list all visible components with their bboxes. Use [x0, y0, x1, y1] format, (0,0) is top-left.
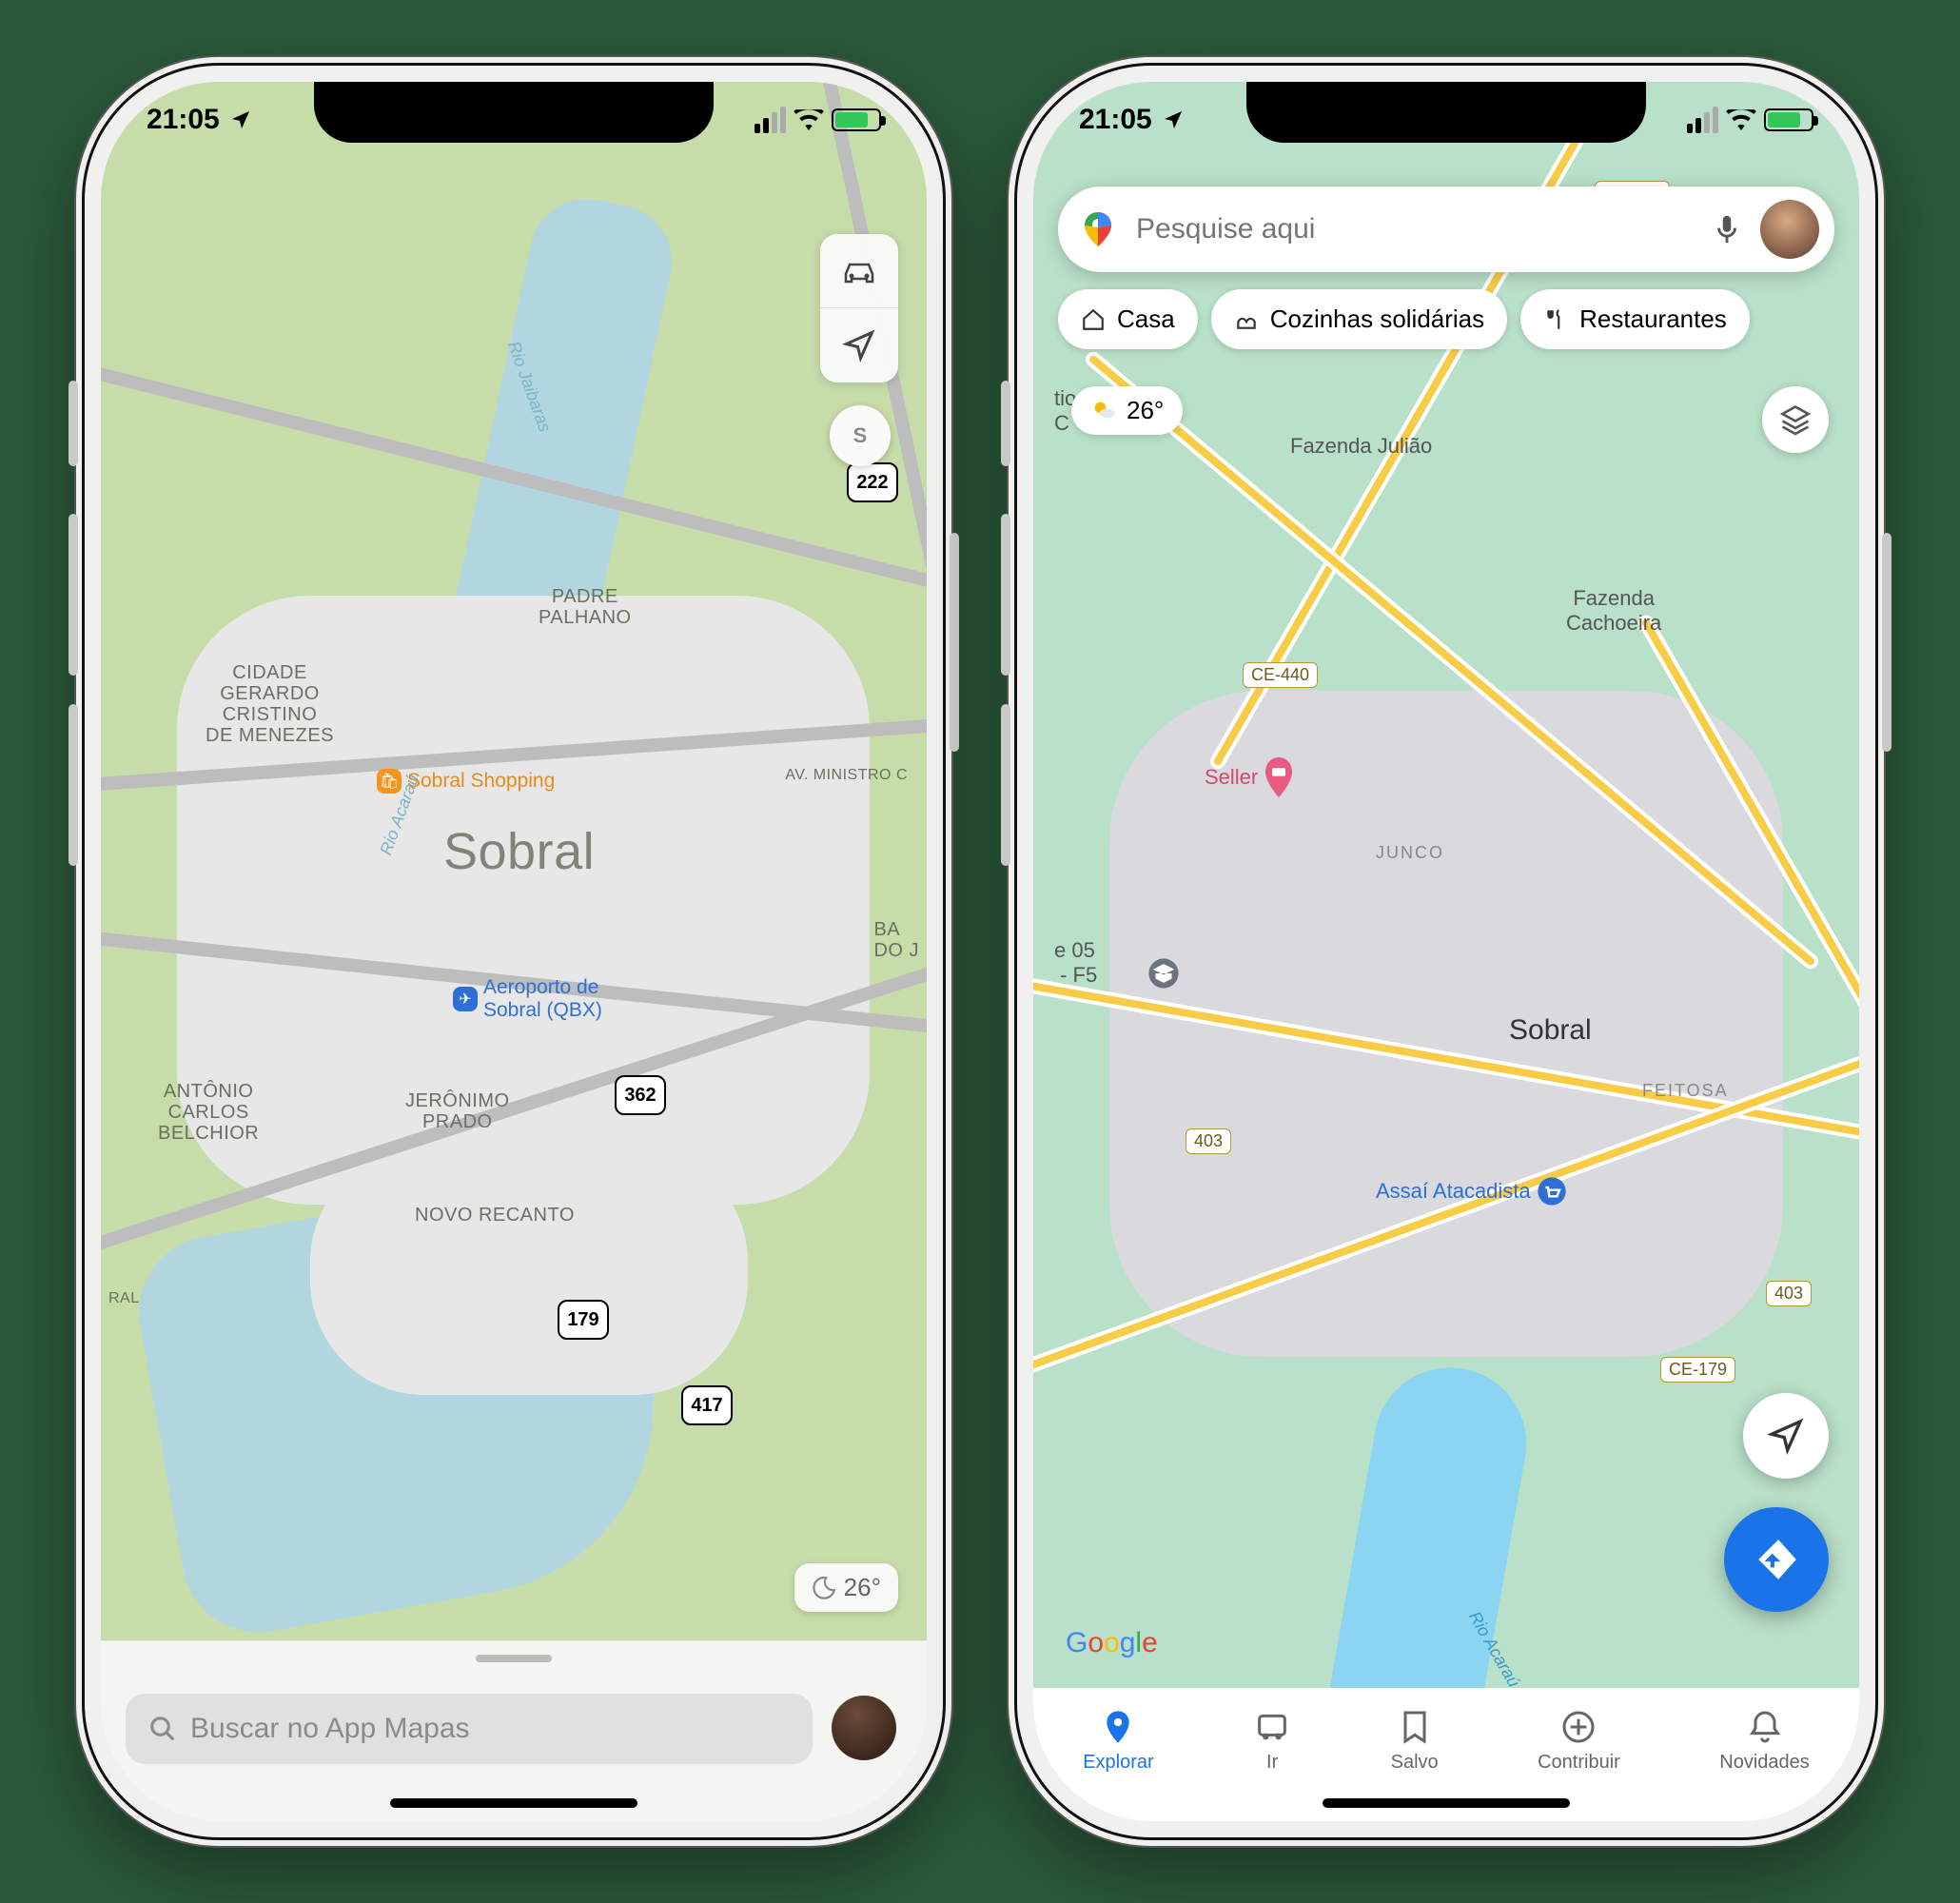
district-jeronimo: JERÔNIMO PRADO: [405, 1090, 510, 1132]
shield-ce179: CE-179: [1660, 1357, 1735, 1383]
cellular-icon: [755, 107, 786, 133]
search-icon: [148, 1715, 177, 1743]
poi-assai[interactable]: Assaí Atacadista: [1376, 1176, 1567, 1207]
battery-icon: [832, 108, 881, 131]
profile-avatar[interactable]: [832, 1696, 896, 1760]
driving-mode-button[interactable]: [820, 234, 898, 308]
profile-avatar[interactable]: [1760, 200, 1819, 259]
search-field[interactable]: Buscar no App Mapas: [126, 1694, 813, 1764]
nav-go[interactable]: Ir: [1253, 1708, 1291, 1774]
restaurant-icon: [1543, 307, 1568, 332]
city-label-sobral: Sobral: [1509, 1014, 1592, 1047]
city-label-sobral: Sobral: [443, 824, 595, 880]
route-shield-222: 222: [847, 462, 898, 502]
home-indicator[interactable]: [390, 1798, 637, 1808]
poi-airport[interactable]: ✈Aeroporto de Sobral (QBX): [453, 976, 602, 1022]
shield-ce440: CE-440: [1243, 662, 1318, 688]
cellular-icon: [1687, 107, 1718, 133]
shield-403b: 403: [1766, 1281, 1812, 1306]
nav-explore[interactable]: Explorar: [1083, 1708, 1153, 1774]
wifi-icon: [1726, 109, 1756, 130]
district-padre-palhano: PADRE PALHANO: [539, 586, 632, 628]
chip-restaurants[interactable]: Restaurantes: [1520, 289, 1750, 349]
home-indicator[interactable]: [1323, 1798, 1570, 1808]
nav-saved[interactable]: Salvo: [1391, 1708, 1439, 1774]
bookmark-icon: [1396, 1708, 1434, 1746]
moon-icon: [812, 1576, 836, 1600]
apple-maps-phone: 21:05 PADRE PALHANO CIDADE GERARDO CRIST…: [76, 57, 951, 1846]
location-arrow-icon: [229, 108, 252, 131]
district-bado: BA DO J: [873, 919, 919, 961]
weather-pill[interactable]: 26°: [1071, 386, 1183, 435]
compass-button[interactable]: S: [830, 405, 891, 466]
wifi-icon: [794, 109, 824, 130]
label-junco: JUNCO: [1376, 843, 1444, 863]
google-watermark: Google: [1066, 1627, 1158, 1659]
road-ral: RAL: [108, 1290, 140, 1307]
layers-icon: [1778, 402, 1813, 437]
bell-icon: [1746, 1708, 1784, 1746]
school-pin-icon[interactable]: [1147, 957, 1180, 994]
route-shield-417: 417: [681, 1385, 733, 1425]
mode-switch: [820, 234, 898, 383]
notch: [1246, 82, 1646, 143]
location-arrow-icon: [1767, 1417, 1805, 1455]
district-cgcm: CIDADE GERARDO CRISTINO DE MENEZES: [206, 662, 334, 746]
locate-me-button[interactable]: [820, 308, 898, 383]
search-sheet[interactable]: Buscar no App Mapas: [101, 1640, 927, 1821]
status-time: 21:05: [1079, 104, 1152, 136]
apple-map-canvas[interactable]: PADRE PALHANO CIDADE GERARDO CRISTINO DE…: [101, 82, 927, 1821]
search-input[interactable]: [1134, 212, 1694, 246]
road-av-ministro: AV. MINISTRO C: [785, 767, 908, 784]
directions-fab[interactable]: [1724, 1507, 1829, 1612]
poi-sobral-shopping[interactable]: 🛍Sobral Shopping: [377, 769, 555, 794]
district-acb: ANTÔNIO CARLOS BELCHIOR: [158, 1081, 259, 1144]
layers-button[interactable]: [1762, 386, 1829, 453]
sheet-grabber[interactable]: [476, 1655, 552, 1662]
weather-pill[interactable]: 26°: [794, 1563, 898, 1612]
directions-icon: [1753, 1536, 1800, 1583]
search-bar[interactable]: [1058, 186, 1834, 272]
transit-icon: [1253, 1708, 1291, 1746]
hands-icon: [1234, 307, 1259, 332]
mic-icon[interactable]: [1711, 213, 1743, 245]
home-icon: [1081, 307, 1106, 332]
chip-kitchens[interactable]: Cozinhas solidárias: [1211, 289, 1507, 349]
location-arrow-icon: [1162, 108, 1185, 131]
notch: [314, 82, 714, 143]
status-time: 21:05: [147, 104, 220, 136]
hotel-pin-icon: [1262, 757, 1296, 797]
label-faz-cachoeira: Fazenda Cachoeira: [1566, 586, 1661, 636]
shield-403a: 403: [1186, 1128, 1231, 1154]
locate-me-button[interactable]: [1743, 1393, 1829, 1479]
route-shield-179: 179: [558, 1300, 609, 1340]
label-e05: e 05 - F5: [1054, 938, 1097, 988]
route-shield-362: 362: [615, 1075, 666, 1115]
shopping-pin-icon: [1537, 1176, 1567, 1207]
nav-contribute[interactable]: Contribuir: [1538, 1708, 1620, 1774]
plus-circle-icon: [1559, 1708, 1597, 1746]
google-maps-phone: 21:05 tio S C Fazenda Julião Fazenda Cac…: [1009, 57, 1884, 1846]
poi-seller[interactable]: Seller: [1205, 757, 1296, 797]
sun-cloud-icon: [1090, 398, 1117, 424]
search-placeholder: Buscar no App Mapas: [190, 1713, 470, 1745]
chip-home[interactable]: Casa: [1058, 289, 1198, 349]
category-chips: Casa Cozinhas solidárias Restaurantes: [1058, 289, 1834, 349]
google-maps-logo-icon: [1079, 210, 1117, 248]
battery-icon: [1764, 108, 1813, 131]
label-faz-juliao: Fazenda Julião: [1290, 434, 1432, 459]
nav-updates[interactable]: Novidades: [1719, 1708, 1810, 1774]
label-feitosa: FEITOSA: [1642, 1081, 1729, 1101]
district-novo-recanto: NOVO RECANTO: [415, 1205, 575, 1226]
pin-icon: [1099, 1708, 1137, 1746]
